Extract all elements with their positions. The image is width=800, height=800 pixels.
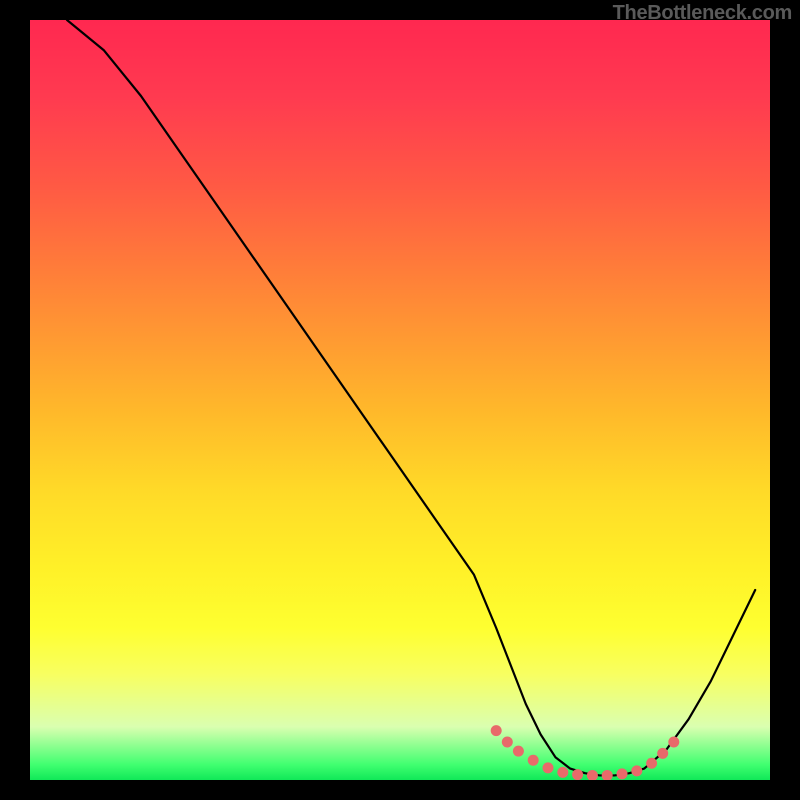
marker-dot [646, 758, 657, 769]
chart-container: TheBottleneck.com [0, 0, 800, 800]
marker-dot [617, 768, 628, 779]
marker-dot [668, 737, 679, 748]
marker-dot [631, 765, 642, 776]
marker-dot [491, 725, 502, 736]
marker-dot [513, 746, 524, 757]
chart-svg [30, 20, 770, 780]
marker-dot [502, 737, 513, 748]
marker-dot [543, 762, 554, 773]
plot-area [30, 20, 770, 780]
bottleneck-curve-line [67, 20, 755, 775]
marker-dot [528, 755, 539, 766]
marker-dot [572, 769, 583, 780]
marker-dot [657, 748, 668, 759]
marker-dot [587, 770, 598, 780]
marker-dot [557, 767, 568, 778]
attribution-text: TheBottleneck.com [613, 2, 792, 25]
highlight-markers [491, 725, 680, 780]
marker-dot [602, 770, 613, 780]
